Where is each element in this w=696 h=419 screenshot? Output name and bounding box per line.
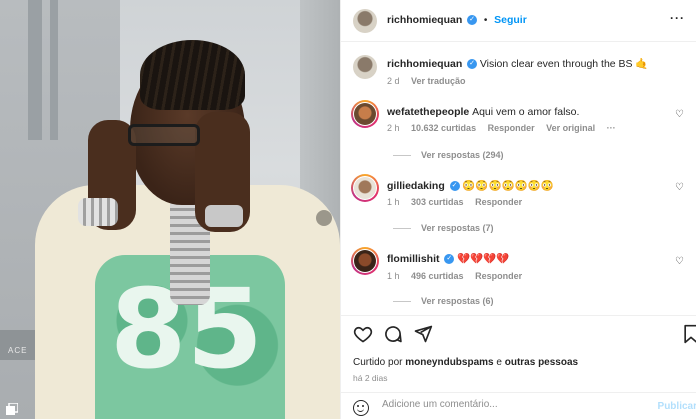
emoji-icon[interactable]: [353, 400, 369, 416]
post-date: há 2 dias: [353, 373, 388, 383]
comment-icon[interactable]: [383, 324, 403, 344]
photo-pipe: [28, 0, 42, 140]
see-original-link[interactable]: Ver original: [546, 123, 595, 133]
reply-button[interactable]: Responder: [475, 271, 522, 281]
heart-icon[interactable]: ♡: [675, 183, 684, 193]
comment-avatar[interactable]: [351, 174, 379, 202]
caption-meta: 2 d Ver tradução: [387, 76, 475, 86]
more-options-icon[interactable]: ···: [670, 11, 685, 25]
reply-button[interactable]: Responder: [488, 123, 535, 133]
caption-avatar[interactable]: [353, 55, 377, 79]
comment-bar: Publicar: [341, 392, 696, 419]
view-replies-button[interactable]: Ver respostas (6): [393, 296, 494, 306]
comment-avatar[interactable]: [351, 247, 379, 275]
view-replies-label: Ver respostas (7): [421, 223, 494, 233]
caption-emoji: 🤙: [635, 58, 649, 70]
comment-time: 1 h: [387, 271, 400, 281]
liked-by-others[interactable]: outras pessoas: [505, 357, 578, 368]
replies-line: [393, 301, 411, 303]
comment-meta: 1 h 303 curtidas Responder: [387, 197, 531, 207]
view-replies-label: Ver respostas (294): [421, 150, 504, 160]
caption: richhomiequan ✓ Vision clear even throug…: [387, 57, 687, 70]
comment-username[interactable]: gilliedaking: [387, 180, 445, 192]
follow-button[interactable]: Seguir: [494, 14, 527, 26]
comment-text: Aqui vem o amor falso.: [472, 106, 580, 118]
comment-line: flomillishit ✓ 💔💔💔💔: [387, 252, 509, 265]
post-panel: richhomiequan ✓ • Seguir ··· richhomiequ…: [340, 0, 696, 419]
comment-input[interactable]: [382, 399, 642, 410]
replies-line: [393, 155, 411, 157]
braided-hair: [140, 40, 245, 110]
comment-text: 😳😳😳😳😳😳😳: [462, 180, 554, 192]
author-avatar[interactable]: [353, 9, 377, 33]
liked-by-line: Curtido por moneyndubspams e outras pess…: [353, 357, 578, 368]
comment-meta: 2 h 10.632 curtidas Responder Ver origin…: [387, 123, 625, 133]
heart-icon[interactable]: ♡: [675, 257, 684, 267]
liked-by-conj: e: [496, 357, 502, 368]
publish-button[interactable]: Publicar: [658, 401, 696, 412]
comment-time: 1 h: [387, 197, 400, 207]
view-replies-button[interactable]: Ver respostas (294): [393, 150, 504, 160]
shelf-label: ACE: [8, 346, 28, 355]
dot-separator: •: [483, 15, 488, 26]
comment-time: 2 h: [387, 123, 400, 133]
comment-line: wefatethepeople Aqui vem o amor falso.: [387, 106, 579, 118]
post-photo[interactable]: ACE 85: [0, 0, 340, 419]
verified-icon: ✓: [467, 15, 478, 26]
comment-meta: 1 h 496 curtidas Responder: [387, 271, 531, 281]
reply-button[interactable]: Responder: [475, 197, 522, 207]
view-replies-button[interactable]: Ver respostas (7): [393, 223, 494, 233]
view-replies-label: Ver respostas (6): [421, 296, 494, 306]
post-header: richhomiequan ✓ • Seguir ···: [341, 0, 696, 42]
liked-by-prefix: Curtido por: [353, 357, 403, 368]
verified-icon: ✓: [449, 181, 460, 192]
comment-likes[interactable]: 496 curtidas: [411, 271, 464, 281]
actions-divider: [341, 315, 696, 316]
caption-text: Vision clear even through the BS: [479, 58, 633, 70]
caption-time: 2 d: [387, 76, 400, 86]
comment-username[interactable]: wefatethepeople: [387, 106, 469, 118]
photo-pipe: [50, 0, 58, 140]
like-heart-icon[interactable]: [353, 324, 373, 344]
heart-icon[interactable]: ♡: [675, 110, 684, 120]
comment-likes[interactable]: 303 curtidas: [411, 197, 464, 207]
comment-likes[interactable]: 10.632 curtidas: [411, 123, 476, 133]
watch: [205, 205, 243, 227]
bracelet: [78, 198, 118, 226]
header-user-line: richhomiequan ✓ • Seguir: [387, 14, 527, 26]
caption-username[interactable]: richhomiequan: [387, 58, 462, 70]
comment-line: gilliedaking ✓ 😳😳😳😳😳😳😳: [387, 179, 554, 192]
next-photo-button[interactable]: [316, 210, 332, 226]
comment-username[interactable]: flomillishit: [387, 253, 440, 265]
replies-line: [393, 228, 411, 230]
save-bookmark-icon[interactable]: [681, 324, 696, 344]
comment-more-icon[interactable]: ···: [607, 123, 616, 133]
share-icon[interactable]: [413, 324, 433, 344]
author-username[interactable]: richhomiequan: [387, 14, 462, 26]
verified-icon: ✓: [444, 254, 455, 265]
liked-by-user[interactable]: moneyndubspams: [405, 357, 493, 368]
glasses: [128, 124, 200, 146]
translate-link[interactable]: Ver tradução: [411, 76, 466, 86]
comment-avatar[interactable]: [351, 100, 379, 128]
comment-text: 💔💔💔💔: [457, 253, 510, 265]
verified-icon: ✓: [467, 59, 478, 70]
multiple-photos-icon: [6, 403, 18, 415]
